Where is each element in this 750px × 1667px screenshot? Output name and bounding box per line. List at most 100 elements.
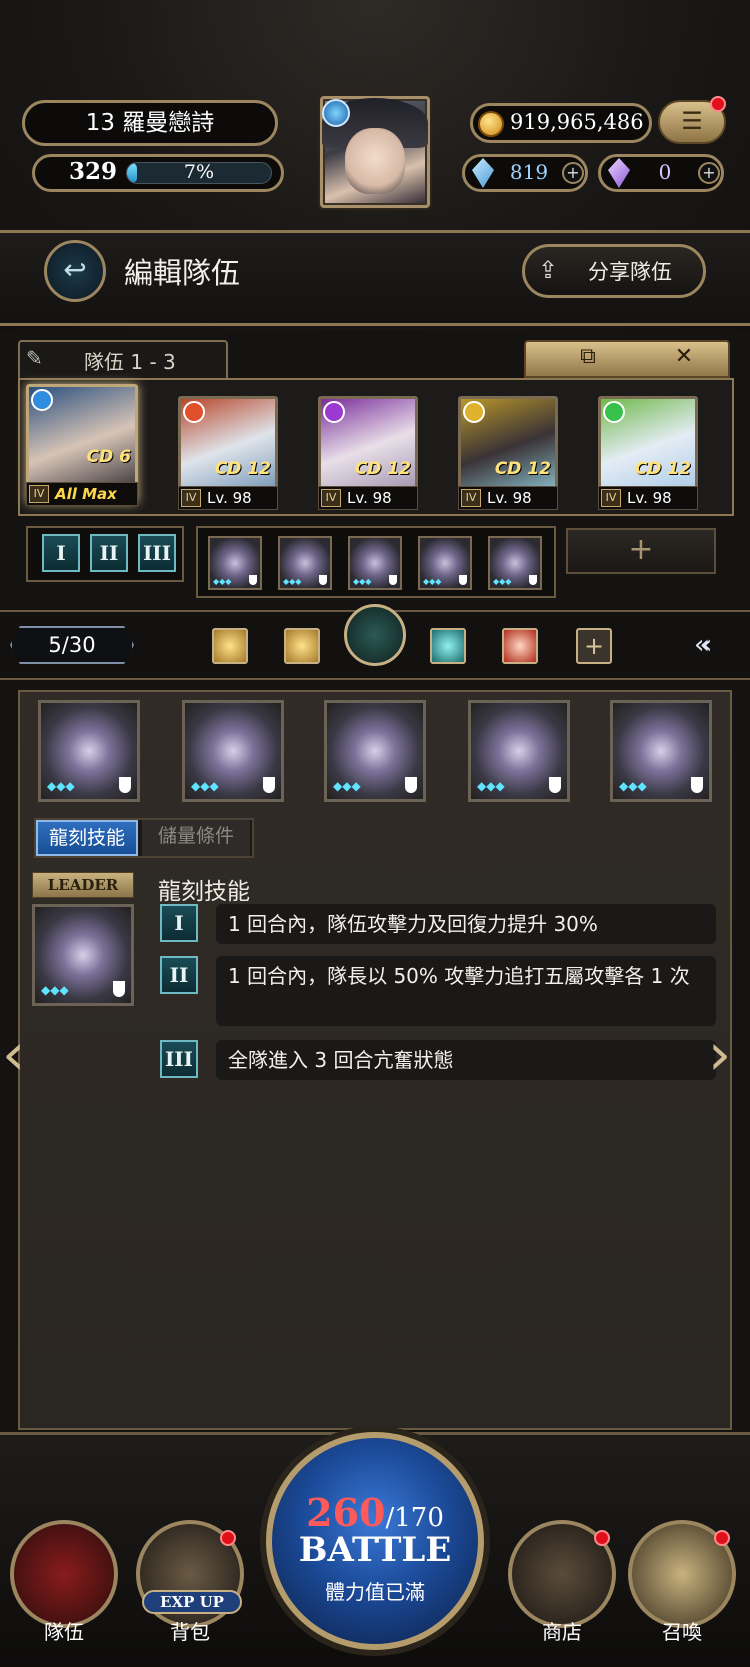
diamond-rank-icon: ◆◆◆ xyxy=(41,983,69,997)
stamina-max: /170 xyxy=(385,1503,444,1533)
page-title: 編輯隊伍 xyxy=(124,256,241,290)
gear-slot[interactable]: ◆◆◆ xyxy=(278,536,332,590)
diamond-rank-icon: ◆◆◆ xyxy=(493,577,512,586)
nav-bag-label: 背包 xyxy=(170,1620,210,1644)
avatar-face-art xyxy=(345,128,405,194)
skill-description: 1 回合內，隊長以 50% 攻擊力追打五屬攻擊各 1 次 xyxy=(228,964,690,988)
diamond-rank-icon: ◆◆◆ xyxy=(283,577,302,586)
tab-charge-condition[interactable]: 儲量條件 xyxy=(142,820,250,856)
carving-slot[interactable]: ◆◆◆ xyxy=(182,700,284,802)
share-icon: ⇪ xyxy=(538,256,559,284)
inventory-count-text: 5/30 xyxy=(48,633,96,657)
rose-icon[interactable] xyxy=(502,628,538,664)
cooldown-label: CD 6 xyxy=(86,447,131,467)
shield-icon xyxy=(319,575,327,585)
notification-dot xyxy=(594,1530,610,1546)
previous-page-arrow-icon[interactable]: ‹ xyxy=(2,1020,25,1088)
collapse-chevron-icon[interactable]: «‹ xyxy=(694,630,713,660)
gear-slot[interactable]: ◆◆◆ xyxy=(348,536,402,590)
diamond-rank-icon: ◆◆◆ xyxy=(47,779,75,793)
diamond-rank-icon: ◆◆◆ xyxy=(619,779,647,793)
tab-dragon-skill[interactable]: 龍刻技能 xyxy=(36,820,138,856)
plus-icon[interactable]: + xyxy=(576,628,612,664)
diamond-rank-icon: ◆◆◆ xyxy=(333,779,361,793)
back-button[interactable]: ↩ xyxy=(44,240,106,302)
shield-icon xyxy=(459,575,467,585)
shield-icon xyxy=(405,777,417,793)
rank-badge: IV xyxy=(461,489,481,507)
carving-slot[interactable]: ◆◆◆ xyxy=(468,700,570,802)
shield-icon xyxy=(113,981,125,997)
member-card[interactable]: CD 12 xyxy=(458,396,558,500)
butterfly-icon[interactable] xyxy=(344,604,406,666)
hamburger-icon: ☰ xyxy=(681,107,703,135)
share-team-label: 分享隊伍 xyxy=(588,260,672,284)
player-name-plate: 13 羅曼戀詩 xyxy=(22,100,278,146)
diamond-rank-icon: ◆◆◆ xyxy=(353,577,372,586)
skill-section-title: 龍刻技能 xyxy=(158,879,250,905)
skill-level-1-button[interactable]: I xyxy=(42,534,80,572)
shield-icon xyxy=(249,575,257,585)
inventory-count: 5/30 xyxy=(10,626,134,664)
shield-icon xyxy=(691,777,703,793)
diamond-rank-icon: ◆◆◆ xyxy=(423,577,442,586)
add-slot-button[interactable]: + xyxy=(566,528,716,574)
skill-level-3-button[interactable]: III xyxy=(138,534,176,572)
diamond-rank-icon: ◆◆◆ xyxy=(477,779,505,793)
notification-dot xyxy=(710,96,726,112)
cooldown-label: CD 12 xyxy=(494,459,551,479)
gear-slot[interactable]: ◆◆◆ xyxy=(208,536,262,590)
card-info-bar: IV Lv. 98 xyxy=(598,486,698,510)
attribute-icon xyxy=(603,401,625,423)
carving-slot[interactable]: ◆◆◆ xyxy=(324,700,426,802)
leader-carving-slot[interactable]: ◆◆◆ xyxy=(32,904,134,1006)
skill-level-2-button[interactable]: II xyxy=(90,534,128,572)
rank-badge: IV xyxy=(29,485,49,503)
add-blue-gem-button[interactable]: + xyxy=(562,162,584,184)
shield-icon xyxy=(389,575,397,585)
nav-team-button[interactable] xyxy=(10,1520,118,1628)
coin-icon xyxy=(478,111,504,137)
notification-dot xyxy=(220,1530,236,1546)
gear-slot[interactable]: ◆◆◆ xyxy=(488,536,542,590)
card-info-bar: IV Lv. 98 xyxy=(458,486,558,510)
add-purple-gem-button[interactable]: + xyxy=(698,162,720,184)
exp-percent: 7% xyxy=(183,161,215,183)
shield-icon xyxy=(529,575,537,585)
level-label: Lv. 98 xyxy=(347,489,392,507)
head-gold-icon[interactable] xyxy=(212,628,248,664)
team-tab-label: 隊伍 1 - 3 xyxy=(84,350,176,374)
battle-label: BATTLE xyxy=(298,1530,452,1570)
back-arrow-icon: ↩ xyxy=(63,253,87,286)
next-page-arrow-icon[interactable]: › xyxy=(708,1020,731,1088)
leader-tag: LEADER xyxy=(32,872,134,898)
rank-badge: IV xyxy=(601,489,621,507)
coin-amount: 919,965,486 xyxy=(510,110,644,134)
head-gold-icon[interactable] xyxy=(284,628,320,664)
carving-slot[interactable]: ◆◆◆ xyxy=(38,700,140,802)
member-card[interactable]: CD 12 xyxy=(598,396,698,500)
skill-number-badge: I xyxy=(160,904,198,942)
butterfly-icon[interactable] xyxy=(430,628,466,664)
level-label: All Max xyxy=(55,485,117,503)
card-info-bar: IV All Max xyxy=(26,482,138,506)
member-card[interactable]: CD 12 xyxy=(178,396,278,500)
card-info-bar: IV Lv. 98 xyxy=(178,486,278,510)
stamina-display: 260/170 xyxy=(266,1490,484,1535)
feather-icon: ✎ xyxy=(26,346,43,370)
player-name: 13 羅曼戀詩 xyxy=(85,110,215,136)
plus-icon: + xyxy=(628,532,654,567)
purple-gem-amount: 0 xyxy=(658,160,672,184)
skill-description: 全隊進入 3 回合亢奮狀態 xyxy=(228,1048,454,1072)
level-label: Lv. 98 xyxy=(627,489,672,507)
member-card[interactable]: CD 12 xyxy=(318,396,418,500)
copy-team-button[interactable]: ⧉ xyxy=(560,344,616,374)
skill-number-badge: II xyxy=(160,956,198,994)
skill-description: 1 回合內，隊伍攻擊力及回復力提升 30% xyxy=(228,912,598,936)
carving-slot[interactable]: ◆◆◆ xyxy=(610,700,712,802)
clear-team-button[interactable]: ✕ xyxy=(664,344,704,374)
player-level: 329 xyxy=(68,158,117,185)
attribute-icon xyxy=(323,401,345,423)
gear-slot[interactable]: ◆◆◆ xyxy=(418,536,472,590)
blue-gem-amount: 819 xyxy=(509,160,549,184)
